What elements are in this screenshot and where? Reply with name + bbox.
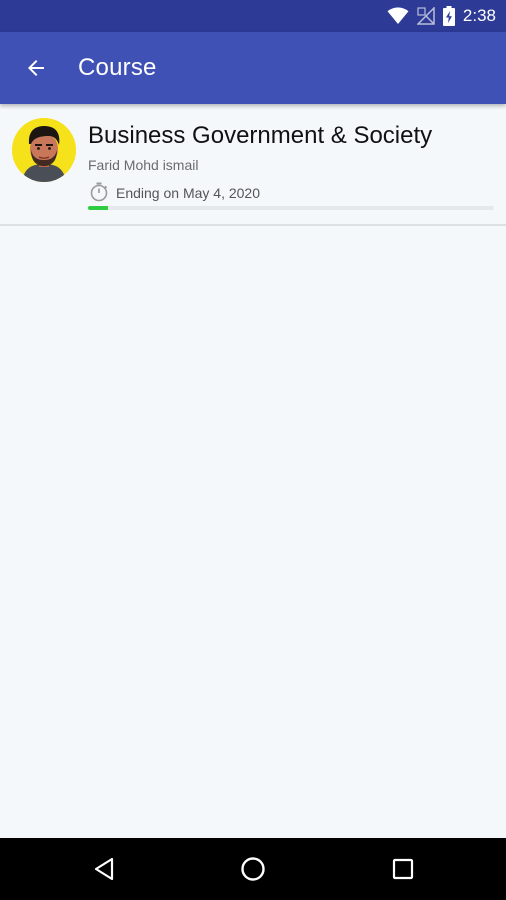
home-circle-icon <box>241 857 265 881</box>
back-triangle-icon <box>94 857 114 881</box>
recents-square-icon <box>392 858 414 880</box>
page-title: Course <box>78 54 157 81</box>
course-instructor: Farid Mohd ismail <box>88 157 199 173</box>
nav-recents-button[interactable] <box>383 849 423 889</box>
stopwatch-icon <box>90 182 108 202</box>
course-list: Business Government & Society Farid Mohd… <box>0 104 506 838</box>
status-bar: 2:38 <box>0 0 506 32</box>
battery-charging-icon <box>442 6 455 26</box>
instructor-avatar <box>12 118 76 182</box>
status-icons: 2:38 <box>387 5 496 27</box>
nav-back-button[interactable] <box>84 849 124 889</box>
course-progress-fill <box>88 206 109 210</box>
nav-home-button[interactable] <box>233 849 273 889</box>
app-bar: Course <box>0 32 506 104</box>
no-signal-icon <box>416 7 435 25</box>
system-nav-bar <box>0 838 506 900</box>
avatar-illustration <box>12 118 76 182</box>
course-list-item[interactable]: Business Government & Society Farid Mohd… <box>0 104 506 226</box>
arrow-back-icon <box>28 60 44 76</box>
course-title: Business Government & Society <box>88 122 433 149</box>
course-end-date: Ending on May 4, 2020 <box>116 185 260 201</box>
status-time: 2:38 <box>462 6 496 25</box>
wifi-icon <box>387 7 409 24</box>
course-progress-bar <box>88 206 494 210</box>
back-button[interactable] <box>14 46 58 90</box>
